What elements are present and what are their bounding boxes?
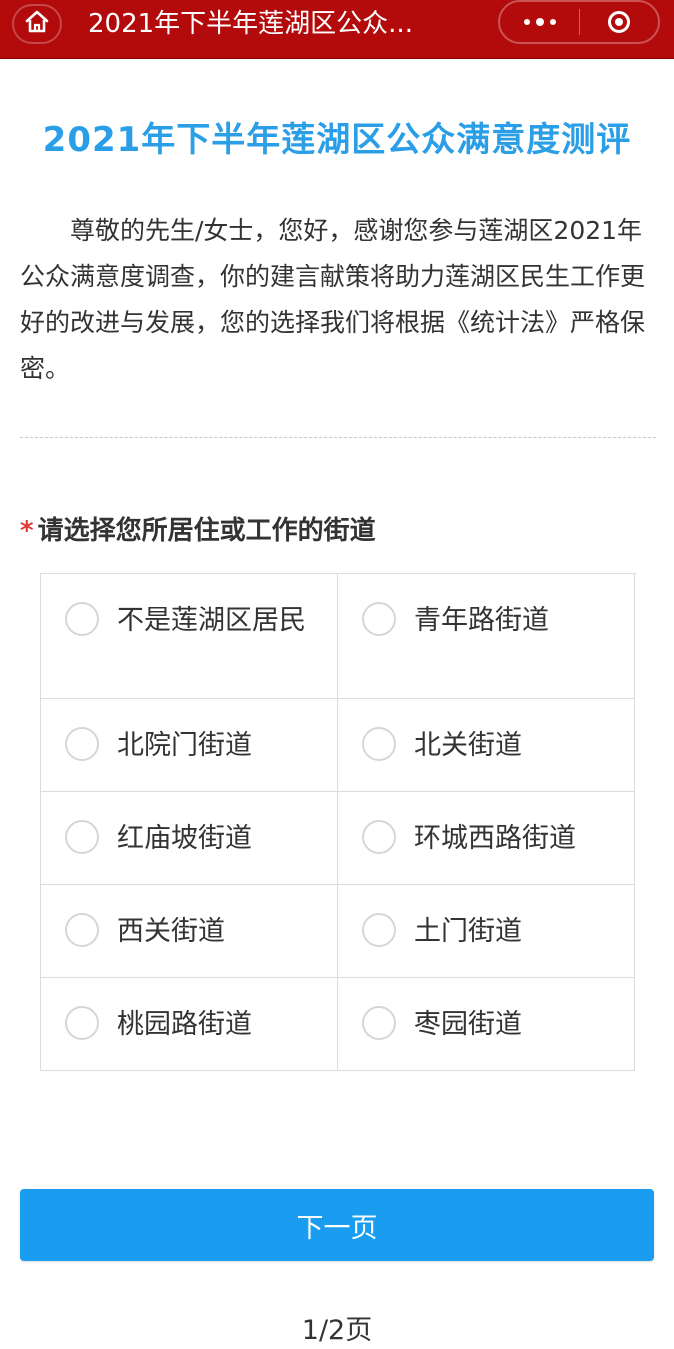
- option-item[interactable]: 环城西路街道: [338, 792, 635, 885]
- home-icon: [24, 9, 50, 39]
- radio-button[interactable]: [65, 602, 99, 636]
- option-item[interactable]: 枣园街道: [338, 978, 635, 1071]
- more-button[interactable]: [500, 2, 579, 42]
- home-button[interactable]: [12, 4, 62, 44]
- option-label: 北关街道: [414, 730, 522, 761]
- option-item[interactable]: 北院门街道: [41, 699, 338, 792]
- mini-program-capsule: [498, 0, 660, 44]
- radio-button[interactable]: [65, 727, 99, 761]
- survey-title: 2021年下半年莲湖区公众满意度测评: [42, 120, 632, 160]
- option-item[interactable]: 不是莲湖区居民: [41, 574, 338, 699]
- radio-button[interactable]: [362, 1006, 396, 1040]
- next-page-button[interactable]: 下一页: [20, 1189, 654, 1261]
- app-title: 2021年下半年莲湖区公众...: [88, 9, 413, 39]
- radio-button[interactable]: [362, 913, 396, 947]
- question-label: 请选择您所居住或工作的街道: [37, 516, 376, 546]
- radio-button[interactable]: [362, 727, 396, 761]
- section-divider: [20, 437, 656, 438]
- required-mark: *: [20, 516, 34, 546]
- option-label: 北院门街道: [117, 730, 252, 761]
- radio-button[interactable]: [65, 1006, 99, 1040]
- option-item[interactable]: 红庙坡街道: [41, 792, 338, 885]
- option-label: 青年路街道: [414, 605, 549, 636]
- survey-intro: 尊敬的先生/女士，您好，感谢您参与莲湖区2021年公众满意度调查，你的建言献策将…: [20, 216, 646, 383]
- option-label: 环城西路街道: [414, 823, 576, 854]
- option-label: 土门街道: [414, 916, 522, 947]
- target-close-icon: [607, 11, 630, 33]
- question-title: * 请选择您所居住或工作的街道: [20, 510, 376, 547]
- option-label: 桃园路街道: [117, 1009, 252, 1040]
- option-label: 西关街道: [117, 916, 225, 947]
- radio-button[interactable]: [362, 602, 396, 636]
- radio-button[interactable]: [65, 913, 99, 947]
- option-label: 枣园街道: [414, 1009, 522, 1040]
- option-label: 红庙坡街道: [117, 823, 252, 854]
- option-item[interactable]: 青年路街道: [338, 574, 635, 699]
- option-item[interactable]: 桃园路街道: [41, 978, 338, 1071]
- close-button[interactable]: [580, 2, 658, 42]
- option-item[interactable]: 北关街道: [338, 699, 635, 792]
- radio-button[interactable]: [65, 820, 99, 854]
- more-dots-icon: [521, 18, 559, 26]
- app-bar: 2021年下半年莲湖区公众...: [0, 0, 674, 59]
- options-grid: 不是莲湖区居民 青年路街道 北院门街道 北关街道 红庙坡街道 环城西路街道 西关…: [40, 573, 636, 1071]
- option-label: 不是莲湖区居民: [117, 605, 306, 636]
- radio-button[interactable]: [362, 820, 396, 854]
- option-item[interactable]: 西关街道: [41, 885, 338, 978]
- option-item[interactable]: 土门街道: [338, 885, 635, 978]
- page-indicator: 1/2页: [301, 1315, 373, 1346]
